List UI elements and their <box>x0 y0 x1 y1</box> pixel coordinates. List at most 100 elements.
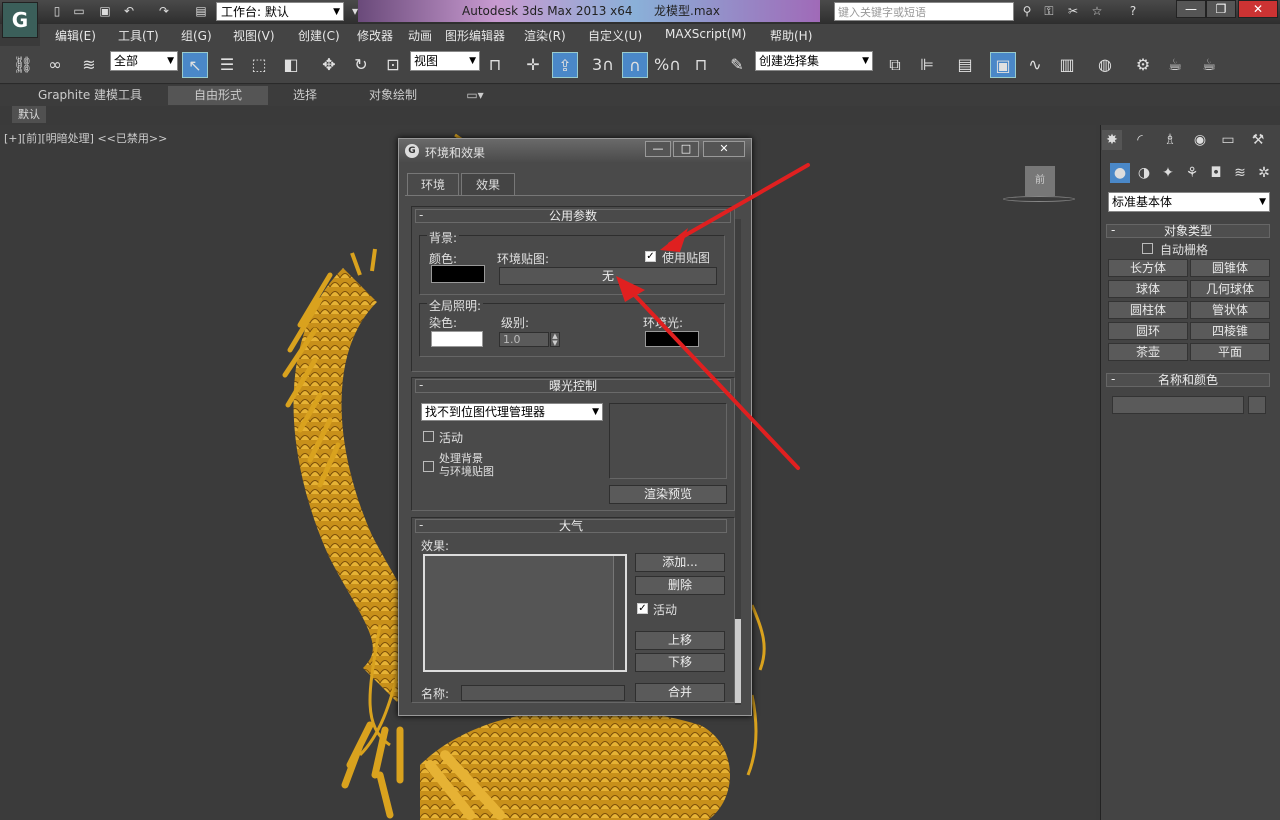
tab-graphite-modeling[interactable]: Graphite 建模工具 <box>14 86 166 105</box>
viewcube-compass[interactable] <box>1003 196 1075 202</box>
percent-snap-icon[interactable]: %∩ <box>654 52 681 78</box>
level-spinner[interactable]: ▲ ▼ <box>550 332 560 347</box>
named-selection-set-select[interactable]: 创建选择集 ▼ <box>755 51 873 71</box>
helpers-icon[interactable]: ◘ <box>1206 163 1226 183</box>
rollout-toggle[interactable]: - <box>1111 224 1115 236</box>
atmosphere-active-checkbox[interactable]: ✓ <box>637 603 648 614</box>
curve-editor-icon[interactable]: ∿ <box>1022 52 1048 78</box>
delete-effect-button[interactable]: 删除 <box>635 576 725 595</box>
menu-view[interactable]: 视图(V) <box>233 27 275 44</box>
create-tab-icon[interactable]: ✸ <box>1102 130 1122 150</box>
scale-icon[interactable]: ⊡ <box>380 52 406 78</box>
dialog-scrollbar-thumb[interactable] <box>735 619 741 703</box>
modify-tab-icon[interactable]: ◜ <box>1130 130 1150 150</box>
viewcube[interactable]: 前 <box>1025 166 1055 196</box>
common-params-header[interactable]: - 公用参数 <box>415 209 731 223</box>
select-manipulate-icon[interactable]: ✛ <box>520 52 546 78</box>
box-button[interactable]: 长方体 <box>1108 259 1188 277</box>
display-tab-icon[interactable]: ▭ <box>1218 130 1238 150</box>
effect-name-input[interactable] <box>461 685 625 701</box>
name-color-rollout-header[interactable]: - 名称和颜色 <box>1106 373 1270 387</box>
redo-icon[interactable]: ↷ <box>155 3 173 19</box>
restore-window-button[interactable]: ❐ <box>1206 0 1236 18</box>
teapot-button[interactable]: 茶壶 <box>1108 343 1188 361</box>
reference-coordinate-select[interactable]: 视图 ▼ <box>410 51 480 71</box>
scene-explorer-icon[interactable]: ▣ <box>990 52 1016 78</box>
select-by-name-icon[interactable]: ☰ <box>214 52 240 78</box>
torus-button[interactable]: 圆环 <box>1108 322 1188 340</box>
object-category-select[interactable]: 标准基本体 ▼ <box>1108 192 1270 212</box>
subscription-key-icon[interactable]: ⚿ <box>1040 3 1058 19</box>
keyboard-shortcut-override-icon[interactable]: ⇪ <box>552 52 578 78</box>
lights-icon[interactable]: ✦ <box>1158 163 1178 183</box>
rectangle-selection-icon[interactable]: ⬚ <box>246 52 272 78</box>
use-map-checkbox[interactable]: ✓ <box>645 251 656 262</box>
render-preview-button[interactable]: 渲染预览 <box>609 485 727 504</box>
environment-map-button[interactable]: 无 <box>499 267 717 285</box>
favorites-star-icon[interactable]: ☆ <box>1088 3 1106 19</box>
edit-named-selection-icon[interactable]: ✎ <box>724 52 750 78</box>
undo-icon[interactable]: ↶ <box>120 3 138 19</box>
dialog-minimize-button[interactable]: — <box>645 141 671 157</box>
menu-group[interactable]: 组(G) <box>181 27 212 44</box>
help-icon[interactable]: ? <box>1124 3 1142 19</box>
menu-rendering[interactable]: 渲染(R) <box>524 27 566 44</box>
sphere-button[interactable]: 球体 <box>1108 280 1188 298</box>
schematic-view-icon[interactable]: ▥ <box>1054 52 1080 78</box>
link-icon[interactable]: ⛓ <box>10 52 36 78</box>
select-object-icon[interactable]: ↖ <box>182 52 208 78</box>
selection-filter-select[interactable]: 全部 ▼ <box>110 51 178 71</box>
pivot-center-icon[interactable]: ⊓ <box>482 52 508 78</box>
tab-object-paint[interactable]: 对象绘制 <box>352 86 434 105</box>
menu-graph-editors[interactable]: 图形编辑器 <box>445 27 505 44</box>
systems-icon[interactable]: ✲ <box>1254 163 1274 183</box>
move-up-button[interactable]: 上移 <box>635 631 725 650</box>
new-file-icon[interactable]: ▯ <box>48 3 66 19</box>
geometry-icon[interactable]: ● <box>1110 163 1130 183</box>
atmosphere-header[interactable]: - 大气 <box>415 519 727 533</box>
layer-manager-icon[interactable]: ▤ <box>952 52 978 78</box>
ribbon-options-icon[interactable]: ▭▾ <box>460 86 490 105</box>
exposure-header[interactable]: - 曝光控制 <box>415 379 731 393</box>
exposure-type-select[interactable]: 找不到位图代理管理器 ▼ <box>421 403 603 421</box>
communication-icon[interactable]: ✂ <box>1064 3 1082 19</box>
render-setup-icon[interactable]: ⚙ <box>1130 52 1156 78</box>
render-teapot-icon[interactable]: ☕ <box>1196 52 1222 78</box>
cone-button[interactable]: 圆锥体 <box>1190 259 1270 277</box>
exposure-active-checkbox[interactable] <box>423 431 434 442</box>
tint-color-swatch[interactable] <box>431 331 483 347</box>
minimize-window-button[interactable]: — <box>1176 0 1206 18</box>
move-down-button[interactable]: 下移 <box>635 653 725 672</box>
menu-create[interactable]: 创建(C) <box>298 27 340 44</box>
spinner-snap-icon[interactable]: ⊓ <box>688 52 714 78</box>
menu-customize[interactable]: 自定义(U) <box>588 27 642 44</box>
menu-tools[interactable]: 工具(T) <box>118 27 159 44</box>
snaps-toggle-icon[interactable]: 3∩ <box>590 52 616 78</box>
pyramid-button[interactable]: 四棱锥 <box>1190 322 1270 340</box>
process-background-checkbox[interactable] <box>423 461 434 472</box>
ambient-color-swatch[interactable] <box>645 331 699 347</box>
align-icon[interactable]: ⊫ <box>914 52 940 78</box>
ribbon-default-label[interactable]: 默认 <box>12 106 46 123</box>
tab-environment[interactable]: 环境 <box>407 173 459 195</box>
menu-help[interactable]: 帮助(H) <box>770 27 812 44</box>
rotate-icon[interactable]: ↻ <box>348 52 374 78</box>
level-input[interactable]: 1.0 <box>499 332 549 347</box>
add-effect-button[interactable]: 添加... <box>635 553 725 572</box>
effects-list[interactable] <box>423 554 627 672</box>
app-logo-icon[interactable]: G <box>2 2 38 38</box>
tab-effects[interactable]: 效果 <box>461 173 515 195</box>
autogrid-checkbox[interactable] <box>1142 243 1153 254</box>
dialog-title-bar[interactable]: G 环境和效果 — □ ✕ <box>399 139 751 163</box>
rollout-toggle[interactable]: - <box>1111 373 1115 385</box>
shapes-icon[interactable]: ◑ <box>1134 163 1154 183</box>
dialog-maximize-button[interactable]: □ <box>673 141 699 157</box>
rendered-frame-icon[interactable]: ☕ <box>1162 52 1188 78</box>
geosphere-button[interactable]: 几何球体 <box>1190 280 1270 298</box>
close-window-button[interactable]: ✕ <box>1238 0 1278 18</box>
background-color-swatch[interactable] <box>431 265 485 283</box>
tab-selection[interactable]: 选择 <box>272 86 338 105</box>
plane-button[interactable]: 平面 <box>1190 343 1270 361</box>
object-type-rollout-header[interactable]: - 对象类型 <box>1106 224 1270 238</box>
utilities-tab-icon[interactable]: ⚒ <box>1248 130 1268 150</box>
